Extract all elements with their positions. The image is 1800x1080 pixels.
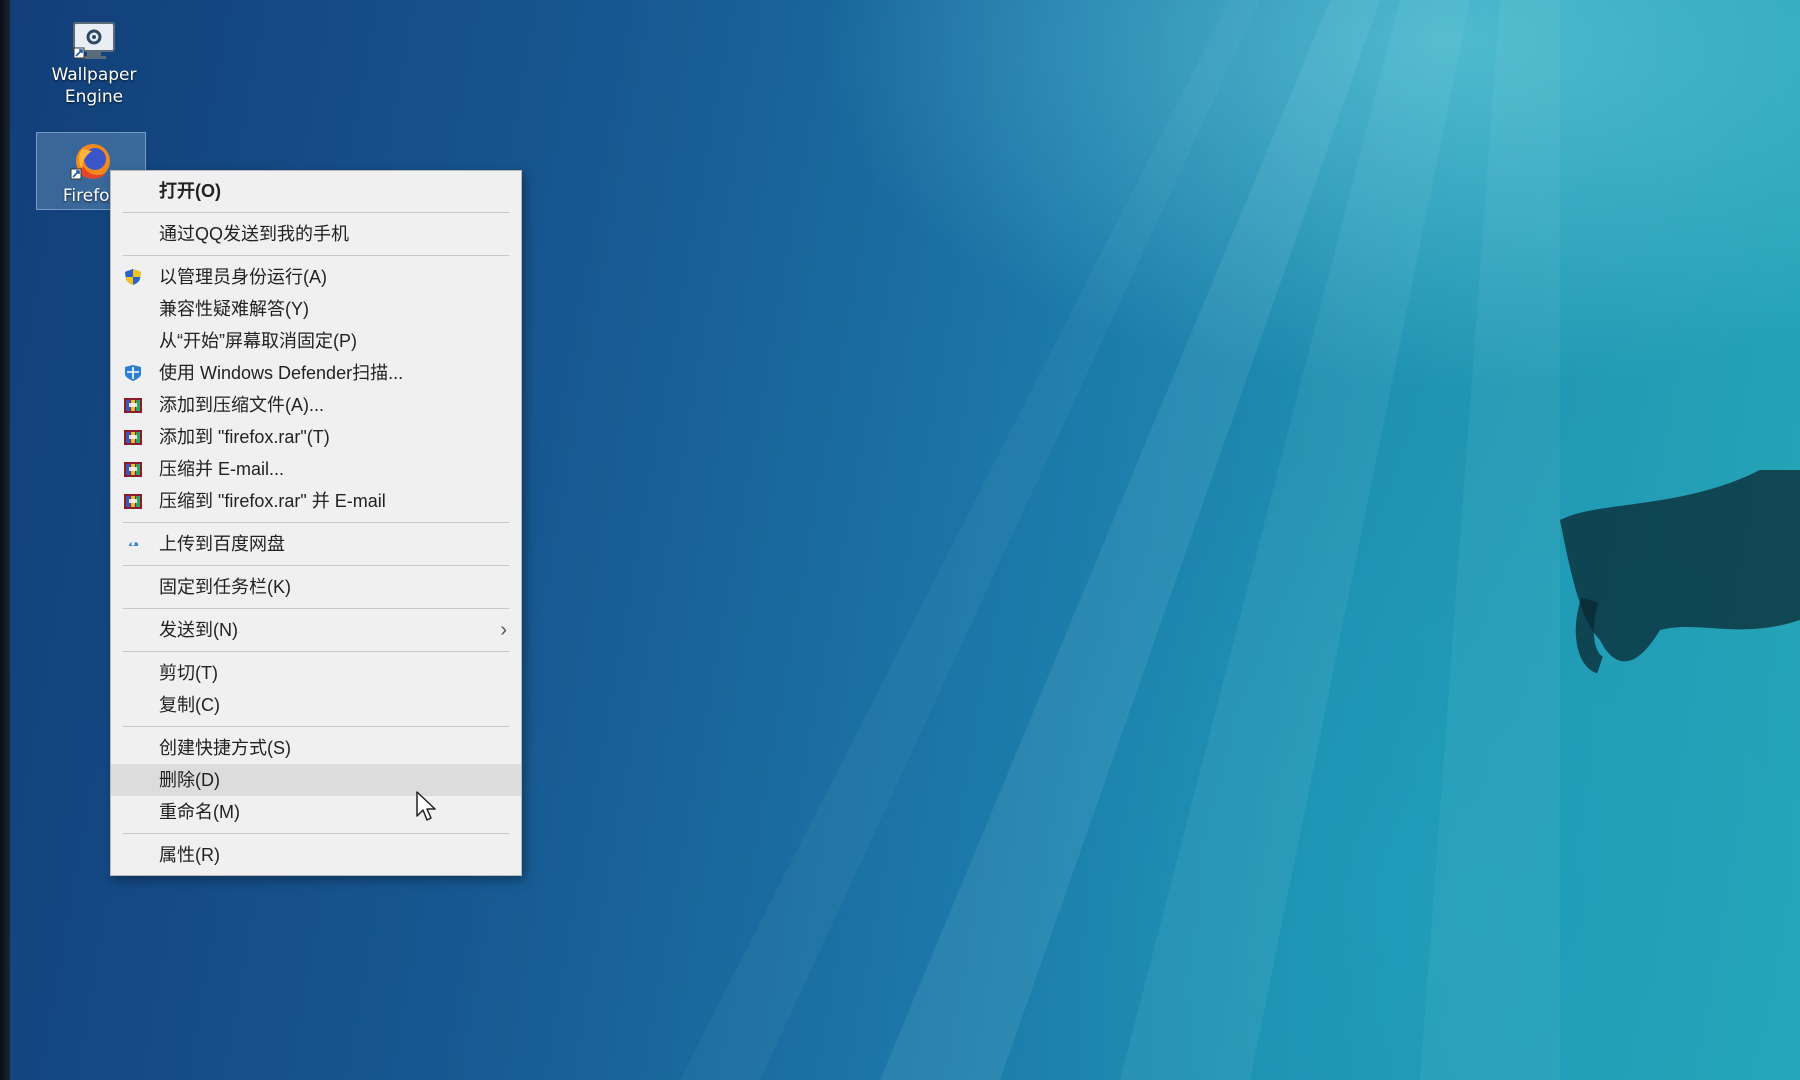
winrar-icon bbox=[124, 462, 142, 477]
desktop-icon-wallpaper-engine[interactable]: Wallpaper Engine bbox=[40, 12, 148, 111]
menu-item-label: 从“开始”屏幕取消固定(P) bbox=[159, 331, 357, 351]
winrar-icon bbox=[124, 430, 142, 445]
menu-separator bbox=[123, 726, 509, 727]
menu-item-rename[interactable]: 重命名(M) bbox=[111, 796, 521, 828]
menu-item-compat-troubleshoot[interactable]: 兼容性疑难解答(Y) bbox=[111, 293, 521, 325]
menu-item-label: 复制(C) bbox=[159, 695, 220, 715]
menu-item-label: 添加到压缩文件(A)... bbox=[159, 395, 324, 415]
menu-item-label: 兼容性疑难解答(Y) bbox=[159, 299, 309, 319]
menu-item-compress-rar-email[interactable]: 压缩到 "firefox.rar" 并 E-mail bbox=[111, 485, 521, 517]
swimmer-silhouette bbox=[1560, 470, 1800, 662]
context-menu: 打开(O) 通过QQ发送到我的手机 以管理员身份运行(A) 兼容性疑难解答(Y)… bbox=[110, 170, 522, 876]
menu-item-copy[interactable]: 复制(C) bbox=[111, 689, 521, 721]
windows-defender-icon bbox=[125, 365, 141, 381]
menu-separator bbox=[123, 608, 509, 609]
menu-item-qq-send[interactable]: 通过QQ发送到我的手机 bbox=[111, 218, 521, 250]
menu-separator bbox=[123, 212, 509, 213]
wallpaper-engine-icon bbox=[73, 22, 115, 59]
menu-item-label: 以管理员身份运行(A) bbox=[159, 267, 327, 287]
menu-item-label: 压缩到 "firefox.rar" 并 E-mail bbox=[159, 491, 386, 511]
menu-item-label: 通过QQ发送到我的手机 bbox=[159, 224, 350, 244]
menu-separator bbox=[123, 651, 509, 652]
menu-item-label: 添加到 "firefox.rar"(T) bbox=[159, 427, 330, 447]
menu-item-label: 发送到(N) bbox=[159, 620, 238, 640]
menu-item-label: 剪切(T) bbox=[159, 663, 218, 683]
menu-item-label: 使用 Windows Defender扫描... bbox=[159, 363, 404, 383]
menu-item-run-as-admin[interactable]: 以管理员身份运行(A) bbox=[111, 261, 521, 293]
menu-item-open[interactable]: 打开(O) bbox=[111, 175, 521, 207]
baidu-netdisk-icon bbox=[129, 542, 139, 546]
menu-item-add-to-firefox-rar[interactable]: 添加到 "firefox.rar"(T) bbox=[111, 421, 521, 453]
menu-item-label: 属性(R) bbox=[159, 845, 220, 865]
menu-item-defender-scan[interactable]: 使用 Windows Defender扫描... bbox=[111, 357, 521, 389]
menu-item-add-to-archive[interactable]: 添加到压缩文件(A)... bbox=[111, 389, 521, 421]
menu-item-unpin-start[interactable]: 从“开始”屏幕取消固定(P) bbox=[111, 325, 521, 357]
menu-item-cut[interactable]: 剪切(T) bbox=[111, 657, 521, 689]
chevron-right-icon: › bbox=[500, 619, 507, 641]
menu-separator bbox=[123, 255, 509, 256]
winrar-icon bbox=[124, 494, 142, 509]
menu-item-label: 重命名(M) bbox=[159, 802, 240, 822]
screen-bezel bbox=[0, 0, 10, 1080]
menu-item-send-to[interactable]: 发送到(N) › bbox=[111, 614, 521, 646]
menu-item-label: 上传到百度网盘 bbox=[159, 534, 285, 554]
menu-item-label: 固定到任务栏(K) bbox=[159, 577, 291, 597]
desktop-icon-label: Wallpaper Engine bbox=[51, 65, 137, 107]
menu-item-create-shortcut[interactable]: 创建快捷方式(S) bbox=[111, 732, 521, 764]
winrar-icon bbox=[124, 398, 142, 413]
menu-item-baidu-upload[interactable]: 上传到百度网盘 bbox=[111, 528, 521, 560]
menu-item-properties[interactable]: 属性(R) bbox=[111, 839, 521, 871]
mouse-pointer-icon bbox=[416, 791, 436, 821]
menu-item-label: 创建快捷方式(S) bbox=[159, 738, 291, 758]
firefox-icon bbox=[70, 144, 110, 180]
menu-separator bbox=[123, 522, 509, 523]
menu-item-delete[interactable]: 删除(D) bbox=[111, 764, 521, 796]
menu-separator bbox=[123, 833, 509, 834]
menu-item-label: 删除(D) bbox=[159, 770, 220, 790]
menu-item-compress-email[interactable]: 压缩并 E-mail... bbox=[111, 453, 521, 485]
menu-item-label: 打开(O) bbox=[159, 181, 221, 201]
menu-item-pin-taskbar[interactable]: 固定到任务栏(K) bbox=[111, 571, 521, 603]
menu-separator bbox=[123, 565, 509, 566]
menu-item-label: 压缩并 E-mail... bbox=[159, 459, 285, 479]
uac-shield-icon bbox=[125, 269, 141, 285]
